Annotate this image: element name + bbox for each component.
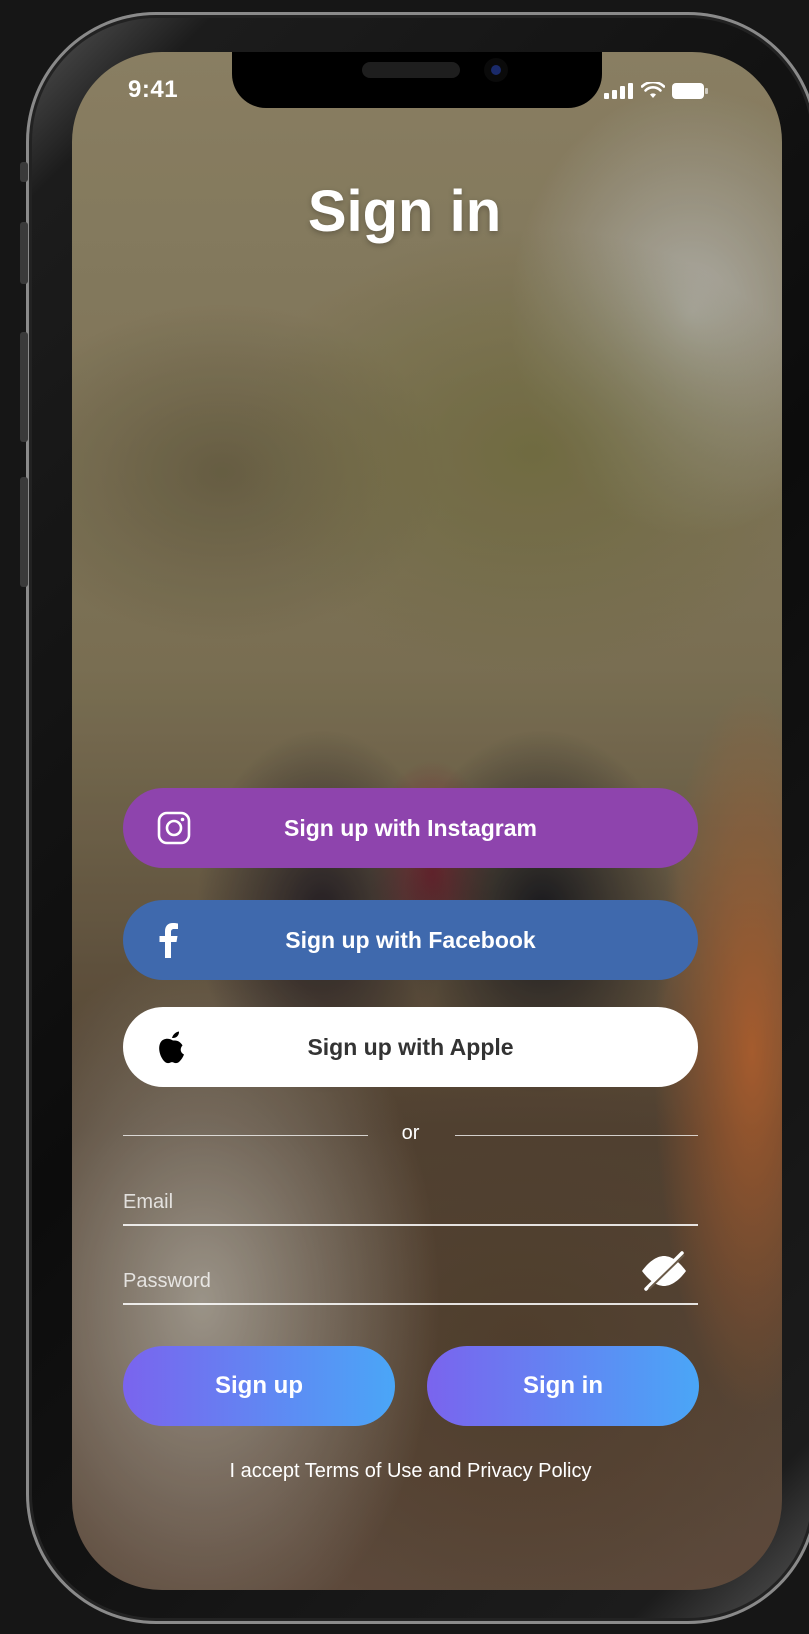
front-camera (484, 58, 508, 82)
facebook-signup-button[interactable]: Sign up with Facebook (123, 900, 698, 980)
or-divider: or (123, 1120, 698, 1150)
instagram-signup-button[interactable]: Sign up with Instagram (123, 788, 698, 868)
apple-signup-label: Sign up with Apple (307, 1033, 514, 1060)
notch (232, 52, 602, 108)
password-input[interactable] (123, 1261, 698, 1301)
apple-signup-button[interactable]: Sign up with Apple (123, 1007, 698, 1087)
sign-up-button[interactable]: Sign up (123, 1346, 395, 1426)
speaker (362, 62, 460, 78)
wifi-icon (641, 82, 665, 98)
instagram-icon (157, 811, 191, 845)
email-input[interactable] (123, 1182, 698, 1222)
signal-icon (604, 83, 633, 99)
sign-in-button[interactable]: Sign in (427, 1346, 699, 1426)
status-time: 9:41 (128, 76, 179, 103)
instagram-signup-label: Sign up with Instagram (283, 814, 537, 841)
eye-slash-icon[interactable] (638, 1249, 690, 1298)
battery-icon (672, 83, 708, 99)
apple-icon (157, 1030, 187, 1064)
status-icons (604, 82, 708, 100)
facebook-signup-label: Sign up with Facebook (285, 926, 536, 953)
volume-down-button (20, 477, 28, 587)
password-field (123, 1251, 698, 1305)
volume-up-button (20, 332, 28, 442)
facebook-icon (157, 922, 179, 958)
terms-text[interactable]: I accept Terms of Use and Privacy Policy (0, 1460, 809, 1483)
or-label: or (401, 1122, 420, 1144)
email-field (123, 1182, 698, 1226)
page-title: Sign in (307, 179, 502, 244)
divider-line-right (455, 1135, 698, 1136)
